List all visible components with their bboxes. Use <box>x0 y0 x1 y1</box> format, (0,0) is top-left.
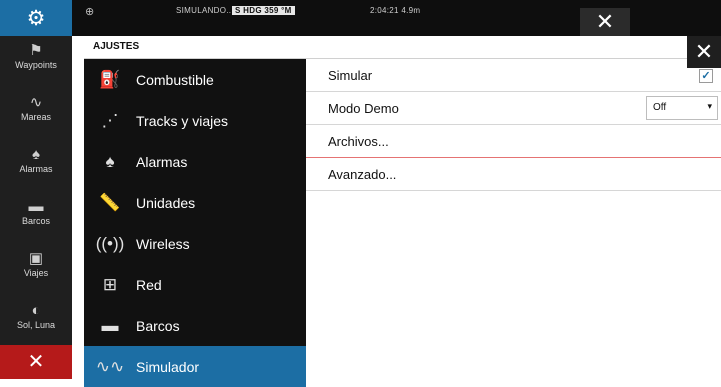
sidebar-item-sol-luna[interactable]: ◐ Sol, Luna <box>0 302 72 330</box>
left-sidebar: ⚑ Waypoints ∿ Mareas ♠ Alarmas ▬ Barcos … <box>0 36 72 379</box>
ship-icon: ▬ <box>101 315 119 335</box>
setting-row-simular[interactable]: Simular ✓ <box>306 59 721 92</box>
menu-item-unidades[interactable]: 📏 Unidades <box>84 182 306 223</box>
menu-item-label: Unidades <box>136 194 196 211</box>
ship-icon: ▬ <box>28 198 44 215</box>
gear-icon: ⚙ <box>26 6 46 30</box>
dropdown-value: Off <box>653 102 667 113</box>
tracks-icon: ⋰ <box>101 110 119 130</box>
top-status-bar: ⚙ ⊕ SIMULANDO... S HDG 359 °M 2:04:21 4.… <box>0 0 721 36</box>
menu-item-label: Tracks y viajes <box>136 112 229 129</box>
menu-item-red[interactable]: ⊞ Red <box>84 264 306 305</box>
heading-readout: S HDG 359 °M <box>232 6 295 15</box>
dialog-close-button[interactable]: ✕ <box>687 36 721 68</box>
menu-item-label: Alarmas <box>136 153 188 170</box>
sidebar-item-label: Mareas <box>20 112 51 122</box>
dialog-header: AJUSTES <box>84 36 721 59</box>
setting-label: Modo Demo <box>328 100 399 116</box>
dialog-title: AJUSTES <box>93 41 140 52</box>
bell-icon: ♠ <box>32 146 40 163</box>
simulating-status: SIMULANDO... <box>176 6 234 15</box>
settings-gear-button[interactable]: ⚙ <box>0 0 72 36</box>
tide-icon: ∿ <box>29 94 43 111</box>
setting-label: Simular <box>328 67 373 83</box>
menu-item-simulador[interactable]: ∿∿ Simulador <box>84 346 306 387</box>
bell-icon: ♠ <box>105 151 115 171</box>
sidebar-item-alarmas[interactable]: ♠ Alarmas <box>0 146 72 174</box>
network-icon: ⊞ <box>102 274 118 294</box>
menu-item-label: Wireless <box>136 235 190 252</box>
setting-row-archivos[interactable]: Archivos... <box>306 125 721 158</box>
menu-item-barcos[interactable]: ▬ Barcos <box>84 305 306 346</box>
clock-readout: 2:04:21 4.9m <box>370 6 421 15</box>
sidebar-item-mareas[interactable]: ∿ Mareas <box>0 94 72 122</box>
menu-item-tracks-y-viajes[interactable]: ⋰ Tracks y viajes <box>84 100 306 141</box>
sidebar-item-label: Sol, Luna <box>16 320 56 330</box>
settings-menu: ⛽ Combustible ⋰ Tracks y viajes ♠ Alarma… <box>84 59 306 387</box>
menu-item-wireless[interactable]: ((•)) Wireless <box>84 223 306 264</box>
close-icon: ✕ <box>27 351 45 373</box>
sidebar-item-label: Waypoints <box>15 60 57 70</box>
menu-item-label: Combustible <box>136 71 214 88</box>
sidebar-item-barcos[interactable]: ▬ Barcos <box>0 198 72 226</box>
sidebar-item-label: Alarmas <box>19 164 53 174</box>
globe-icon: ⊕ <box>85 6 95 18</box>
menu-item-label: Barcos <box>136 317 180 334</box>
sun-moon-icon: ◐ <box>31 302 41 319</box>
sidebar-close-button[interactable]: ✕ <box>0 345 72 379</box>
chevron-down-icon: ▾ <box>707 101 712 111</box>
setting-label: Avanzado... <box>328 166 397 182</box>
menu-item-label: Red <box>136 276 162 293</box>
menu-item-alarmas[interactable]: ♠ Alarmas <box>84 141 306 182</box>
wireless-icon: ((•)) <box>95 233 125 253</box>
fuel-icon: ⛽ <box>99 69 121 89</box>
menu-item-combustible[interactable]: ⛽ Combustible <box>84 59 306 100</box>
menu-item-label: Simulador <box>136 358 200 375</box>
trip-icon: ▣ <box>28 250 44 267</box>
setting-label: Archivos... <box>328 133 389 149</box>
simulator-icon: ∿∿ <box>95 356 125 376</box>
setting-row-modo-demo[interactable]: Modo Demo Off ▾ <box>306 92 721 125</box>
sidebar-item-label: Viajes <box>23 268 49 278</box>
close-icon: ✕ <box>694 39 714 64</box>
setting-row-avanzado[interactable]: Avanzado... <box>306 158 721 191</box>
sidebar-item-waypoints[interactable]: ⚑ Waypoints <box>0 42 72 70</box>
modo-demo-dropdown[interactable]: Off ▾ <box>646 96 718 120</box>
flag-icon: ⚑ <box>29 42 43 59</box>
close-icon: ✕ <box>595 9 615 34</box>
sidebar-item-label: Barcos <box>21 216 50 226</box>
settings-dialog: AJUSTES ✕ ⛽ Combustible ⋰ Tracks y viaje… <box>84 36 721 387</box>
close-panel-button[interactable]: ✕ <box>580 8 630 36</box>
ruler-icon: 📏 <box>99 192 121 212</box>
simular-checkbox[interactable]: ✓ <box>699 69 713 83</box>
sidebar-item-viajes[interactable]: ▣ Viajes <box>0 250 72 278</box>
